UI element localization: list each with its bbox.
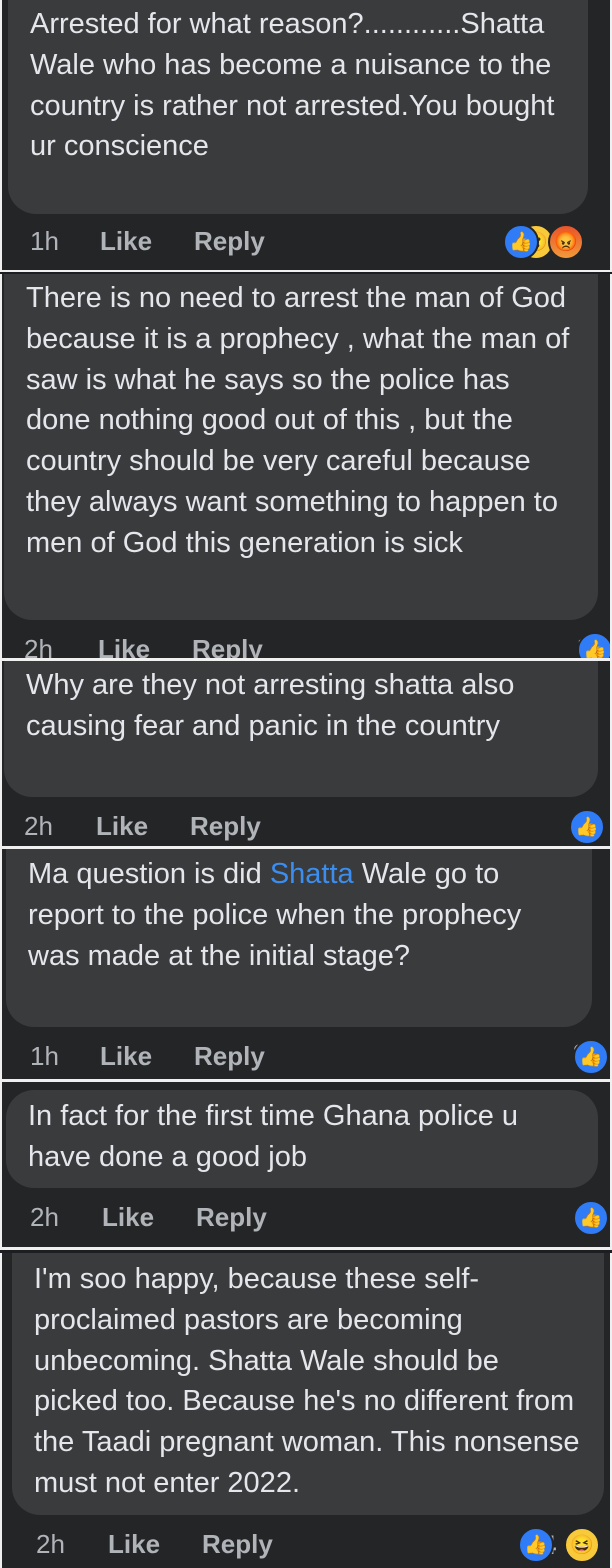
- comment-time: 1h: [30, 226, 59, 256]
- comment-panel: Ma question is did Shatta Wale go to rep…: [0, 849, 612, 1079]
- comment-time: 2h: [24, 811, 53, 841]
- comment-bubble: Arrested for what reason?............Sha…: [8, 0, 588, 214]
- reply-button[interactable]: Reply: [190, 811, 261, 842]
- comment-actions: 2h Like Reply 4 👍: [24, 809, 610, 847]
- reactions[interactable]: 4 👍: [572, 1200, 609, 1236]
- comment-bubble: In fact for the first time Ghana police …: [6, 1090, 598, 1188]
- comment-time: 2h: [30, 1202, 59, 1232]
- comment-text: I'm soo happy, because these self-procla…: [34, 1263, 580, 1499]
- reactions[interactable]: 4 👍: [568, 809, 605, 845]
- comment-actions: 2h Like Reply 1 👍: [24, 632, 610, 660]
- comment-actions: 1h Like Reply 8 👍: [30, 1039, 610, 1079]
- comment-panel: Why are they not arresting shatta also c…: [0, 661, 612, 847]
- like-icon: 👍: [568, 809, 605, 845]
- like-button[interactable]: Like: [102, 1202, 154, 1233]
- like-icon: 👍: [572, 1039, 609, 1075]
- reply-button[interactable]: Reply: [194, 226, 265, 257]
- comment-text: Why are they not arresting shatta also c…: [26, 669, 515, 742]
- haha-icon: 😆: [564, 1527, 600, 1563]
- comment-time: 2h: [24, 634, 53, 660]
- reply-button[interactable]: Reply: [202, 1529, 273, 1560]
- like-button[interactable]: Like: [96, 811, 148, 842]
- reply-button[interactable]: Reply: [196, 1202, 267, 1233]
- mention-link[interactable]: Shatta: [270, 858, 354, 890]
- comment-actions: 2h Like Reply 4 👍: [30, 1200, 610, 1242]
- reply-button[interactable]: Reply: [194, 1041, 265, 1072]
- comment-panel: In fact for the first time Ghana police …: [0, 1082, 612, 1250]
- comment-bubble: There is no need to arrest the man of Go…: [4, 274, 598, 620]
- comment-text-before: Ma question is did: [28, 858, 270, 890]
- comment-time: 1h: [30, 1041, 59, 1071]
- like-icon: 👍: [576, 632, 610, 660]
- like-button[interactable]: Like: [98, 634, 150, 660]
- comment-panel: Arrested for what reason?............Sha…: [0, 0, 612, 272]
- comment-actions: 2h Like Reply 14 😆 👍: [36, 1527, 610, 1568]
- comment-panel: There is no need to arrest the man of Go…: [0, 274, 612, 660]
- comment-bubble: Ma question is did Shatta Wale go to rep…: [6, 849, 592, 1027]
- like-icon: 👍: [517, 1527, 554, 1563]
- reactions[interactable]: 6 👍 😮 😡: [502, 224, 584, 260]
- reactions[interactable]: 1 👍: [576, 632, 610, 660]
- comment-panel: I'm soo happy, because these self-procla…: [0, 1253, 612, 1568]
- like-button[interactable]: Like: [100, 1041, 152, 1072]
- comment-text: There is no need to arrest the man of Go…: [26, 282, 570, 559]
- reply-button[interactable]: Reply: [192, 634, 263, 660]
- comment-bubble: I'm soo happy, because these self-procla…: [12, 1253, 604, 1515]
- like-icon: 👍: [502, 224, 539, 260]
- like-button[interactable]: Like: [100, 226, 152, 257]
- like-icon: 👍: [572, 1200, 609, 1236]
- comment-bubble: Why are they not arresting shatta also c…: [4, 661, 598, 797]
- reactions[interactable]: 14 😆 👍: [517, 1527, 600, 1563]
- comment-actions: 1h Like Reply 6 👍 😮 😡: [30, 224, 610, 266]
- comment-text: Arrested for what reason?............Sha…: [30, 8, 555, 163]
- angry-icon: 😡: [548, 224, 584, 260]
- comment-text: In fact for the first time Ghana police …: [28, 1100, 519, 1173]
- like-button[interactable]: Like: [108, 1529, 160, 1560]
- reactions[interactable]: 8 👍: [572, 1039, 609, 1075]
- comment-time: 2h: [36, 1529, 65, 1559]
